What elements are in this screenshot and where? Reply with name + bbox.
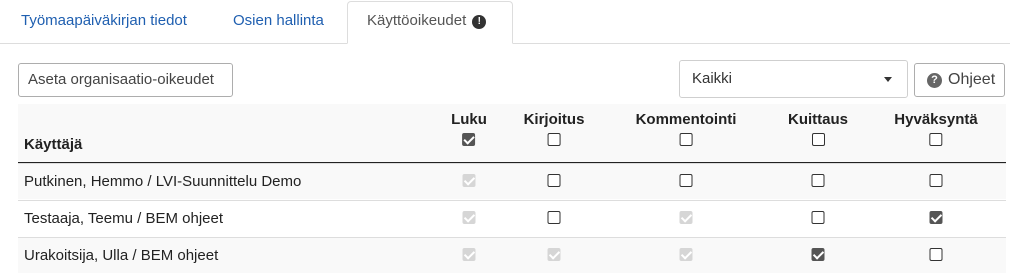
column-header-label: Kirjoitus (523, 111, 585, 128)
column-header-1: Luku (451, 112, 487, 146)
permission-checkbox[interactable] (679, 174, 693, 187)
permission-cell (547, 248, 561, 266)
permission-cell (679, 248, 693, 266)
help-button-label: Ohjeet (948, 71, 996, 88)
select-all-checkbox[interactable] (547, 133, 561, 146)
column-header-label: Kommentointi (635, 111, 737, 128)
tab-bar: Työmaapäiväkirjan tiedot Osien hallinta … (0, 0, 1010, 44)
permission-checkbox[interactable] (929, 174, 943, 187)
column-header-5: Hyväksyntä (894, 111, 978, 146)
permission-checkbox (679, 211, 693, 224)
caret-down-icon (884, 77, 892, 82)
column-header-label: Hyväksyntä (894, 111, 978, 128)
permission-cell (929, 211, 943, 229)
user-name: Putkinen, Hemmo / LVI-Suunnittelu Demo (24, 173, 302, 190)
column-header-3: Kommentointi (635, 111, 737, 146)
select-all-checkbox[interactable] (462, 133, 476, 146)
column-header-4: Kuittaus (788, 112, 848, 146)
user-name: Testaaja, Teemu / BEM ohjeet (24, 210, 223, 227)
column-header-2: Kirjoitus (523, 111, 585, 146)
permission-checkbox[interactable] (811, 211, 825, 224)
permission-checkbox (679, 248, 693, 261)
permission-cell (929, 174, 943, 192)
permission-cell (811, 211, 825, 229)
permissions-table-header: Käyttäjä Luku Kirjoitus Kommentointi Kuitta… (18, 104, 1006, 164)
permission-checkbox (462, 174, 476, 187)
permission-cell (547, 211, 561, 229)
permission-cell (462, 248, 476, 266)
permission-cell (811, 174, 825, 192)
table-row: Testaaja, Teemu / BEM ohjeet (18, 200, 1006, 236)
permission-cell (679, 174, 693, 192)
select-all-checkbox[interactable] (811, 133, 825, 146)
tab-diary-details[interactable]: Työmaapäiväkirjan tiedot (21, 0, 187, 42)
permission-cell (679, 211, 693, 229)
select-all-checkbox[interactable] (929, 133, 943, 146)
permission-cell (811, 248, 825, 266)
permission-checkbox[interactable] (929, 248, 943, 261)
help-button[interactable]: ? Ohjeet (914, 63, 1005, 97)
table-row: Putkinen, Hemmo / LVI-Suunnittelu Demo (18, 163, 1006, 199)
permission-cell (462, 211, 476, 229)
user-column-header: Käyttäjä (24, 136, 83, 153)
set-organization-permissions-button[interactable]: Aseta organisaatio-oikeudet (18, 63, 233, 97)
permission-checkbox[interactable] (547, 211, 561, 224)
permission-checkbox (462, 248, 476, 261)
permission-checkbox[interactable] (811, 248, 825, 261)
permission-checkbox[interactable] (811, 174, 825, 187)
select-all-checkbox[interactable] (679, 133, 693, 146)
question-circle-icon: ? (927, 73, 942, 88)
user-filter-select[interactable]: Kaikki (679, 60, 908, 98)
permission-cell (547, 174, 561, 192)
user-filter-value: Kaikki (692, 70, 733, 87)
permission-checkbox[interactable] (929, 211, 943, 224)
permission-checkbox (547, 248, 561, 261)
exclamation-circle-icon: ! (472, 15, 487, 29)
tab-permissions-label: Käyttöoikeudet (367, 12, 467, 29)
tab-parts-management[interactable]: Osien hallinta (233, 0, 324, 42)
column-header-label: Kuittaus (788, 111, 848, 128)
permission-cell (929, 248, 943, 266)
permission-cell (462, 174, 476, 192)
column-header-label: Luku (451, 111, 487, 128)
permission-checkbox[interactable] (547, 174, 561, 187)
user-name: Urakoitsija, Ulla / BEM ohjeet (24, 247, 219, 264)
permission-checkbox (462, 211, 476, 224)
table-row: Urakoitsija, Ulla / BEM ohjeet (18, 237, 1006, 273)
tab-permissions[interactable]: Käyttöoikeudet! (347, 1, 513, 44)
